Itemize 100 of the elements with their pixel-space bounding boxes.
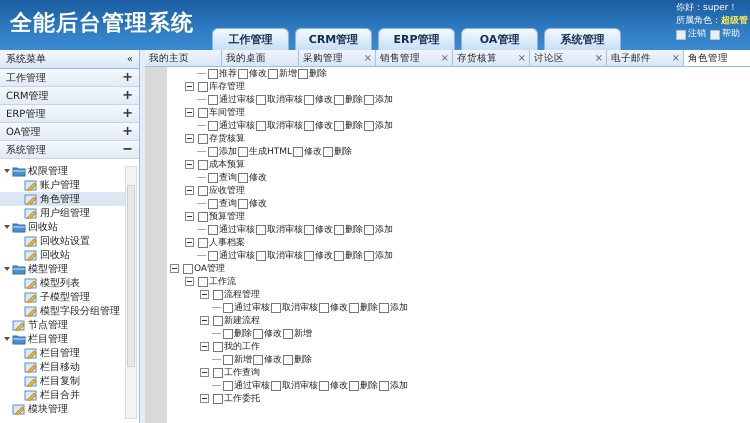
checkbox[interactable] bbox=[319, 380, 329, 390]
checkbox[interactable] bbox=[364, 224, 374, 234]
toggle-icon[interactable]: + bbox=[122, 70, 133, 85]
checkbox[interactable] bbox=[208, 94, 218, 104]
tree-item[interactable]: 权限管理 bbox=[28, 164, 68, 178]
checkbox[interactable] bbox=[304, 224, 314, 234]
checkbox[interactable] bbox=[198, 186, 208, 196]
toggle-icon[interactable]: + bbox=[122, 106, 133, 121]
tree-item[interactable]: 栏目管理 bbox=[28, 332, 68, 346]
checkbox[interactable] bbox=[183, 264, 193, 274]
checkbox[interactable] bbox=[223, 328, 233, 338]
checkbox[interactable] bbox=[208, 224, 218, 234]
checkbox[interactable] bbox=[256, 250, 266, 260]
content-tab[interactable]: 电子邮件 × bbox=[607, 50, 684, 66]
checkbox[interactable] bbox=[238, 68, 248, 78]
collapse-icon[interactable] bbox=[170, 264, 179, 273]
checkbox[interactable] bbox=[293, 146, 304, 156]
close-icon[interactable]: × bbox=[672, 52, 680, 64]
collapse-icon[interactable] bbox=[200, 342, 209, 351]
checkbox[interactable] bbox=[268, 68, 278, 78]
tree-item[interactable]: 回收站 bbox=[40, 248, 70, 262]
checkbox[interactable] bbox=[198, 160, 208, 170]
tree-item[interactable]: 回收站设置 bbox=[40, 234, 90, 248]
close-icon[interactable]: × bbox=[518, 52, 526, 64]
checkbox[interactable] bbox=[364, 94, 374, 104]
checkbox[interactable] bbox=[213, 394, 223, 404]
checkbox[interactable] bbox=[208, 146, 218, 156]
checkbox[interactable] bbox=[198, 134, 208, 144]
tree-item[interactable]: 栏目管理 bbox=[40, 346, 80, 360]
checkbox[interactable] bbox=[271, 302, 281, 312]
tree-row[interactable]: 回收站 bbox=[0, 248, 125, 262]
tree-row[interactable]: 回收站设置 bbox=[0, 234, 125, 248]
close-icon[interactable]: × bbox=[440, 52, 449, 64]
checkbox[interactable] bbox=[379, 302, 389, 312]
accordion-header[interactable]: CRM管理 + bbox=[0, 87, 139, 105]
close-icon[interactable]: × bbox=[594, 52, 603, 64]
tree-item[interactable]: 账户管理 bbox=[40, 178, 80, 192]
content-tab[interactable]: 我的桌面 bbox=[222, 50, 299, 66]
checkbox[interactable] bbox=[198, 108, 208, 118]
collapse-button[interactable]: « bbox=[126, 54, 133, 64]
collapse-icon[interactable] bbox=[185, 134, 194, 143]
checkbox[interactable] bbox=[198, 212, 208, 222]
content-tab[interactable]: 讨论区 × bbox=[530, 50, 607, 66]
tree-item[interactable]: 角色管理 bbox=[40, 192, 80, 206]
checkbox[interactable] bbox=[304, 120, 314, 130]
content-tab[interactable]: 角色管理 bbox=[684, 50, 750, 66]
checkbox[interactable] bbox=[334, 224, 344, 234]
checkbox[interactable] bbox=[323, 146, 334, 156]
checkbox[interactable] bbox=[238, 172, 248, 182]
accordion-header[interactable]: 工作管理 + bbox=[0, 69, 139, 87]
checkbox[interactable] bbox=[253, 354, 263, 364]
checkbox[interactable] bbox=[298, 68, 308, 78]
collapse-icon[interactable] bbox=[185, 238, 194, 247]
scrollbar[interactable] bbox=[125, 166, 137, 419]
checkbox[interactable] bbox=[334, 94, 344, 104]
checkbox[interactable] bbox=[256, 224, 266, 234]
toggle-icon[interactable]: + bbox=[122, 124, 133, 139]
collapse-icon[interactable] bbox=[185, 212, 194, 221]
checkbox[interactable] bbox=[223, 380, 233, 390]
checkbox[interactable] bbox=[238, 198, 248, 208]
checkbox[interactable] bbox=[198, 238, 208, 248]
toggle-icon[interactable]: − bbox=[122, 142, 133, 157]
checkbox[interactable] bbox=[319, 302, 329, 312]
accordion-header[interactable]: ERP管理 + bbox=[0, 105, 139, 123]
help-link[interactable]: 帮助 bbox=[722, 28, 740, 41]
collapse-icon[interactable] bbox=[185, 277, 194, 286]
tree-item[interactable]: 子模型管理 bbox=[40, 290, 90, 304]
content-tab[interactable]: 我的主页 bbox=[145, 50, 222, 66]
checkbox[interactable] bbox=[213, 342, 223, 352]
collapse-icon[interactable] bbox=[185, 160, 194, 169]
collapse-icon[interactable] bbox=[185, 108, 194, 117]
checkbox[interactable] bbox=[379, 380, 389, 390]
module-tab[interactable]: 工作管理 bbox=[212, 28, 289, 50]
tree-row[interactable]: 用户组管理 bbox=[0, 206, 125, 220]
checkbox[interactable] bbox=[334, 250, 344, 260]
tree-item[interactable]: 节点管理 bbox=[28, 318, 68, 332]
collapse-icon[interactable] bbox=[200, 316, 209, 325]
tree-item[interactable]: 模型列表 bbox=[40, 276, 80, 290]
module-tab[interactable]: CRM管理 bbox=[295, 28, 372, 50]
checkbox[interactable] bbox=[349, 380, 359, 390]
close-icon[interactable]: × bbox=[364, 52, 372, 64]
tree-item[interactable]: 回收站 bbox=[28, 220, 58, 234]
tree-row[interactable]: 模型字段分组管理 bbox=[0, 304, 125, 318]
checkbox[interactable] bbox=[364, 120, 374, 130]
checkbox[interactable] bbox=[283, 354, 293, 364]
tree-item[interactable]: 栏目移动 bbox=[40, 360, 80, 374]
collapse-icon[interactable] bbox=[185, 186, 194, 195]
tree-item[interactable]: 模块管理 bbox=[28, 402, 68, 416]
checkbox[interactable] bbox=[256, 94, 266, 104]
checkbox[interactable] bbox=[208, 68, 218, 78]
logout-link[interactable]: 注销 bbox=[688, 28, 706, 41]
module-tab[interactable]: 系统管理 bbox=[544, 28, 621, 50]
tree-item[interactable]: 栏目复制 bbox=[40, 374, 80, 388]
checkbox[interactable] bbox=[334, 120, 344, 130]
content-tab[interactable]: 存货核算 × bbox=[453, 50, 530, 66]
collapse-icon[interactable] bbox=[185, 82, 194, 91]
tree-row[interactable]: 栏目复制 bbox=[0, 374, 125, 388]
checkbox[interactable] bbox=[304, 94, 314, 104]
checkbox[interactable] bbox=[256, 120, 266, 130]
tree-row[interactable]: 栏目移动 bbox=[0, 360, 125, 374]
